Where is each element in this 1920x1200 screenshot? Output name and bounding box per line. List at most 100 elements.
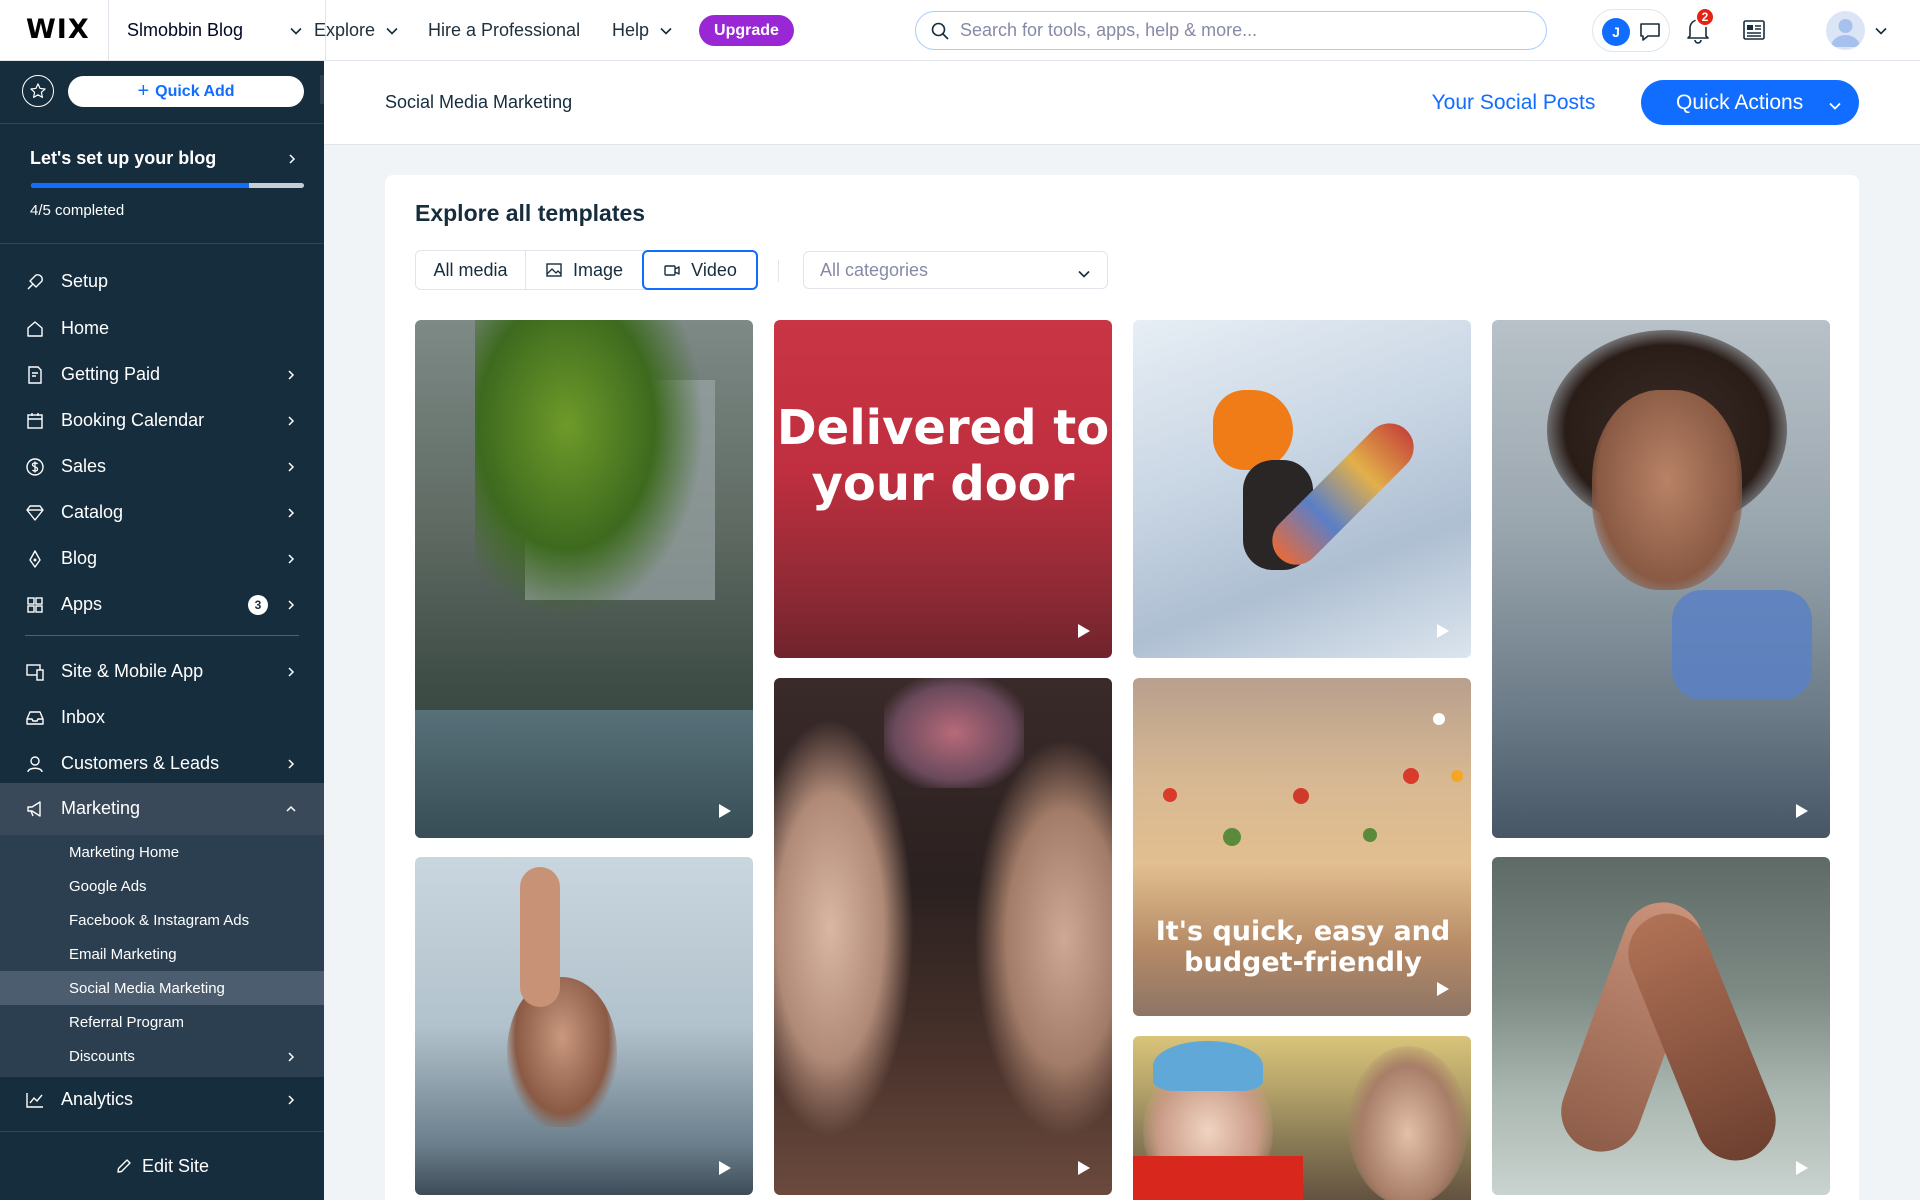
upgrade-button[interactable]: Upgrade (699, 15, 794, 46)
chevron-right-icon (288, 759, 295, 769)
search-bar[interactable] (915, 11, 1547, 50)
play-icon (719, 804, 731, 818)
play-icon (1796, 1161, 1808, 1175)
sidebar-subitem-google-ads[interactable]: Google Ads (0, 869, 324, 903)
template-tile-friends-laughing[interactable] (774, 678, 1112, 1195)
explore-menu[interactable]: Explore (314, 0, 399, 61)
template-tile-woman-weights[interactable] (1492, 320, 1830, 838)
play-icon (1437, 982, 1449, 996)
sidebar-item-customers-leads[interactable]: Customers & Leads (0, 742, 324, 786)
templates-title: Explore all templates (415, 200, 646, 226)
dollar-icon (26, 458, 44, 476)
apps-icon (27, 597, 43, 613)
divider (778, 260, 779, 282)
help-menu[interactable]: Help (612, 0, 673, 61)
sidebar-item-sales[interactable]: Sales (0, 445, 324, 489)
categories-dropdown[interactable]: All categories (803, 251, 1108, 289)
subitem-label: Google Ads (69, 878, 147, 895)
sidebar-item-blog[interactable]: Blog (0, 537, 324, 581)
chevron-right-icon (288, 416, 295, 426)
template-tile-prayer-hands[interactable] (415, 857, 753, 1195)
template-tile-friends-smiling[interactable] (1133, 1036, 1471, 1200)
catalog-icon (26, 505, 44, 521)
sidebar-item-setup[interactable]: Setup (0, 260, 324, 304)
sidebar-item-label: Analytics (61, 1089, 134, 1109)
setup-checklist-title[interactable]: Let's set up your blog (30, 148, 216, 169)
template-tile-delivered[interactable]: Delivered to your door (774, 320, 1112, 658)
tab-label: Image (572, 259, 624, 280)
sidebar-item-apps[interactable]: Apps 3 (0, 583, 324, 627)
chevron-down-icon (660, 27, 672, 35)
chevron-right-icon (288, 370, 295, 380)
sidebar-item-catalog[interactable]: Catalog (0, 491, 324, 535)
wix-logo[interactable]: WIX (26, 14, 90, 45)
video-camera-icon (664, 265, 680, 276)
pencil-icon (117, 1159, 131, 1173)
rocket-icon (27, 274, 43, 290)
template-tile-snowboarder[interactable] (1133, 320, 1471, 658)
sidebar-item-inbox[interactable]: Inbox (0, 696, 324, 740)
subitem-label: Facebook & Instagram Ads (69, 912, 250, 929)
search-input[interactable] (960, 20, 1520, 41)
inbox-icon (26, 711, 44, 725)
template-tile-yoga-group[interactable] (415, 320, 753, 838)
sidebar-item-label: Blog (61, 548, 98, 568)
calendar-icon (27, 413, 43, 429)
notification-badge: 2 (1695, 7, 1715, 27)
sidebar-subitem-facebook-instagram-ads[interactable]: Facebook & Instagram Ads (0, 903, 324, 937)
sidebar-subitem-social-media-marketing[interactable]: Social Media Marketing (0, 971, 324, 1005)
chevron-up-icon (286, 805, 296, 812)
edit-site-label: Edit Site (141, 1155, 210, 1176)
template-caption: Delivered to your door (776, 400, 1110, 512)
chat-icon[interactable] (1638, 20, 1662, 44)
chevron-down-icon[interactable] (1874, 24, 1888, 38)
chevron-down-icon (386, 27, 398, 35)
pen-nib-icon (29, 550, 41, 568)
red-sweater (1133, 1156, 1303, 1200)
herb-dot (1363, 828, 1377, 842)
foliage-blur (475, 320, 705, 620)
template-tile-high-five[interactable] (1492, 857, 1830, 1195)
user-initial-avatar[interactable]: J (1602, 18, 1630, 46)
favorites-star-button[interactable] (22, 75, 54, 107)
blue-dumbbell (1672, 590, 1812, 700)
template-tile-pizza[interactable]: It's quick, easy and budget-friendly (1133, 678, 1471, 1016)
sidebar-item-home[interactable]: Home (0, 307, 324, 351)
profile-avatar[interactable] (1826, 11, 1865, 50)
chevron-down-icon (290, 27, 302, 35)
quick-add-button[interactable]: + Quick Add (68, 76, 304, 107)
sidebar-item-label: Catalog (61, 502, 124, 522)
sidebar-item-analytics[interactable]: Analytics (0, 1078, 324, 1122)
image-icon (546, 263, 562, 277)
tomato-dot (1293, 788, 1309, 804)
sidebar-item-marketing[interactable]: Marketing (0, 783, 324, 835)
tab-label: Video (691, 259, 737, 280)
your-social-posts-button[interactable]: Your Social Posts (1401, 80, 1626, 125)
tomato-dot (1163, 788, 1177, 802)
analytics-icon (26, 1093, 43, 1108)
tab-all-media[interactable]: All media (416, 251, 526, 289)
hire-professional-link[interactable]: Hire a Professional (428, 0, 580, 61)
sidebar-subitem-referral-program[interactable]: Referral Program (0, 1005, 324, 1039)
chevron-right-icon (288, 1052, 295, 1062)
divider (0, 123, 324, 124)
site-name: Slmobbin Blog (127, 20, 244, 40)
edit-site-button[interactable]: Edit Site (0, 1132, 324, 1200)
sidebar-item-booking-calendar[interactable]: Booking Calendar (0, 399, 324, 443)
quick-actions-button[interactable]: Quick Actions (1641, 80, 1859, 125)
user-messages-pill[interactable]: J (1592, 9, 1670, 52)
help-label: Help (612, 20, 650, 40)
tab-video[interactable]: Video (642, 250, 758, 290)
tab-image[interactable]: Image (526, 251, 642, 289)
sidebar-subitem-marketing-home[interactable]: Marketing Home (0, 835, 324, 869)
site-switcher[interactable]: Slmobbin Blog (108, 0, 326, 61)
sidebar-item-site-mobile-app[interactable]: Site & Mobile App (0, 650, 324, 694)
news-feed-icon[interactable] (1742, 18, 1766, 42)
chevron-right-icon[interactable] (286, 153, 298, 165)
template-caption: It's quick, easy and budget-friendly (1155, 916, 1451, 978)
sidebar-subitem-email-marketing[interactable]: Email Marketing (0, 937, 324, 971)
chevron-down-icon (1829, 102, 1841, 110)
sidebar-subitem-discounts[interactable]: Discounts (0, 1039, 324, 1073)
sidebar-item-getting-paid[interactable]: Getting Paid (0, 353, 324, 397)
sidebar: + Quick Add Let's set up your blog 4/5 c… (0, 61, 324, 1200)
